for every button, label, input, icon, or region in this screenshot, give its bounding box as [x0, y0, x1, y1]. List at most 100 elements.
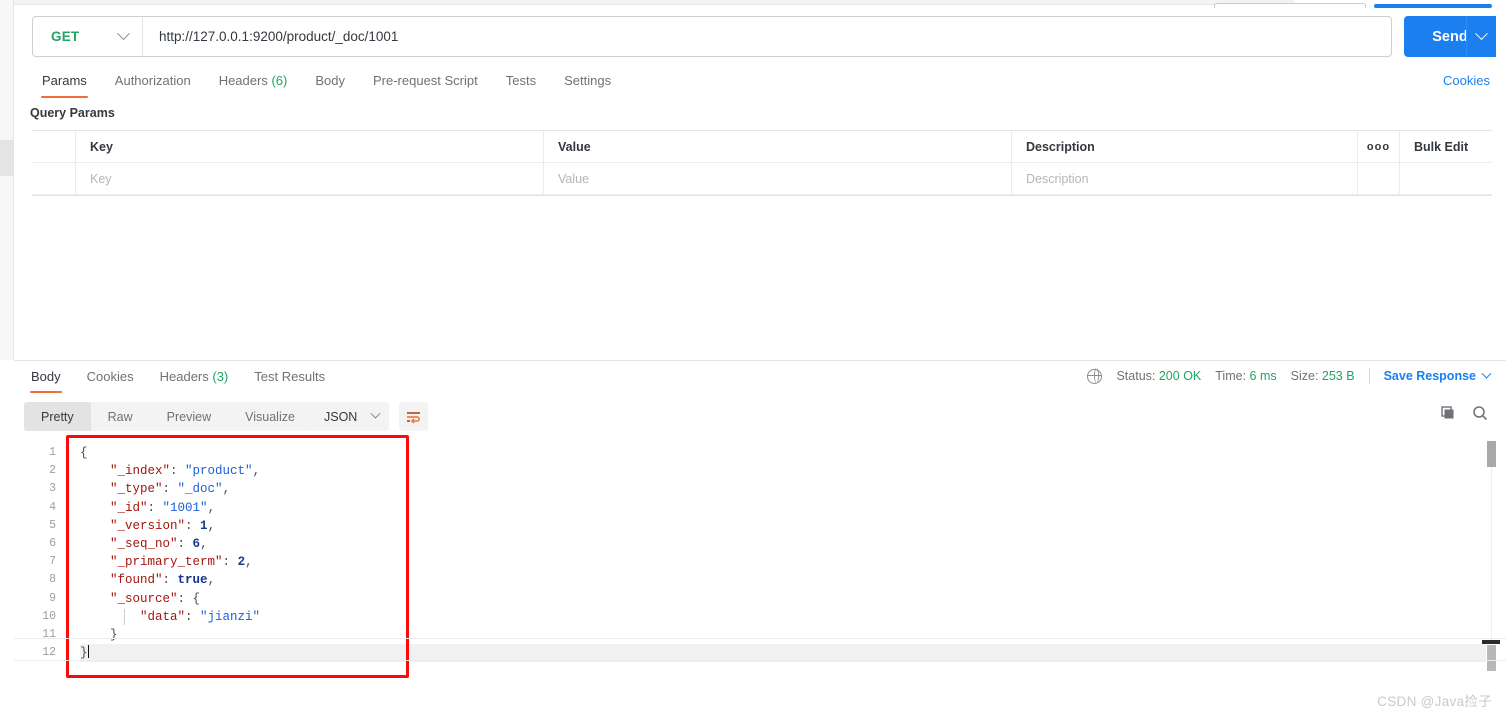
code-line: "found": true, — [110, 573, 216, 588]
row-spacer-cell — [1400, 163, 1492, 194]
response-tab-cookies[interactable]: Cookies — [74, 366, 147, 393]
query-params-heading: Query Params — [30, 106, 115, 120]
response-actions — [1440, 405, 1488, 421]
tab-tests[interactable]: Tests — [492, 68, 550, 98]
code-line: "_version": 1, — [110, 518, 216, 533]
row-key-input[interactable]: Key — [76, 163, 544, 194]
response-tabs: Body Cookies Headers (3) Test Results — [18, 366, 338, 393]
tab-pre-request-script-label: Pre-request Script — [372, 73, 478, 88]
view-mode-raw[interactable]: Raw — [91, 402, 150, 431]
response-scrollbar-thumb-lower[interactable] — [1487, 645, 1496, 671]
size-label: Size: — [1290, 369, 1319, 383]
word-wrap-button[interactable] — [399, 402, 428, 431]
time-label: Time: — [1215, 369, 1247, 383]
code-line: "_id": "1001", — [110, 500, 216, 515]
tab-params[interactable]: Params — [28, 68, 101, 98]
tab-settings[interactable]: Settings — [550, 68, 625, 98]
view-mode-preview[interactable]: Preview — [150, 402, 228, 431]
tab-strip-blue-button[interactable] — [1374, 4, 1492, 8]
json-code-lines: { "_index": "product", "_type": "_doc", … — [80, 438, 1486, 662]
horizontal-scrollbar-thumb[interactable] — [1482, 640, 1500, 644]
response-tab-cookies-label: Cookies — [86, 369, 134, 384]
response-bottom-divider — [14, 660, 1506, 661]
tab-pre-request-script[interactable]: Pre-request Script — [359, 68, 492, 98]
table-row[interactable]: Key Value Description — [32, 163, 1492, 195]
size-value: 253 B — [1321, 369, 1355, 383]
chevron-down-icon — [1481, 368, 1492, 379]
response-body-viewer[interactable]: 1 2 3 4 5 6 7 8 9 10 11 12 { "_index": "… — [14, 438, 1506, 662]
request-url-input[interactable] — [143, 17, 1391, 56]
send-options-button[interactable] — [1466, 16, 1496, 57]
send-button-label: Send — [1432, 28, 1468, 45]
copy-icon[interactable] — [1440, 405, 1456, 421]
request-tabs: Params Authorization Headers (6) Body Pr… — [28, 68, 625, 98]
tab-authorization[interactable]: Authorization — [101, 68, 205, 98]
size-group: Size: 253 B — [1291, 369, 1355, 383]
response-scrollbar-thumb[interactable] — [1487, 441, 1496, 467]
tab-settings-label: Settings — [564, 73, 612, 88]
line-number: 9 — [49, 591, 56, 605]
row-options-cell — [1358, 163, 1400, 194]
response-tab-headers-label: Headers — [159, 369, 209, 384]
response-format-select[interactable]: JSON — [311, 402, 389, 431]
sidebar-scrollbar-thumb[interactable] — [0, 140, 14, 176]
status-separator — [1368, 368, 1370, 384]
line-number: 11 — [42, 627, 56, 641]
chevron-down-icon — [370, 408, 381, 419]
tab-authorization-label: Authorization — [114, 73, 191, 88]
http-method-selector[interactable]: GET — [33, 17, 143, 56]
watermark: CSDN @Java捡子 — [1377, 694, 1492, 709]
word-wrap-icon — [407, 411, 420, 424]
tab-strip-background — [14, 0, 1294, 5]
response-tab-body-label: Body — [31, 369, 61, 384]
code-line: { — [80, 446, 88, 460]
bulk-edit-button[interactable]: Bulk Edit — [1400, 131, 1492, 162]
row-checkbox-cell[interactable] — [32, 163, 76, 194]
response-tab-test-results-label: Test Results — [254, 369, 326, 384]
response-tab-headers-count: (3) — [212, 369, 229, 384]
code-line: "_primary_term": 2, — [110, 555, 253, 570]
row-value-input[interactable]: Value — [544, 163, 1012, 194]
tab-body[interactable]: Body — [301, 68, 359, 98]
postman-window: GET Send Params Authorization Headers (6… — [0, 0, 1506, 720]
globe-icon — [1087, 368, 1103, 384]
response-tab-body[interactable]: Body — [18, 366, 74, 393]
line-number: 5 — [49, 518, 56, 532]
chevron-down-icon — [117, 27, 130, 41]
response-tab-test-results[interactable]: Test Results — [241, 366, 338, 393]
line-number-gutter: 1 2 3 4 5 6 7 8 9 10 11 12 — [14, 438, 66, 662]
request-url-bar: GET — [32, 16, 1392, 57]
top-tab-strip — [14, 0, 1506, 8]
cookies-link[interactable]: Cookies — [1443, 73, 1490, 88]
view-mode-pretty[interactable]: Pretty — [24, 402, 91, 431]
row-description-input[interactable]: Description — [1012, 163, 1358, 194]
tab-headers-count: (6) — [271, 73, 288, 88]
tab-strip-active-tab[interactable] — [1214, 3, 1366, 8]
header-key: Key — [76, 131, 544, 162]
response-tab-headers[interactable]: Headers (3) — [147, 366, 242, 393]
text-cursor — [87, 645, 90, 659]
code-line: "_type": "_doc", — [110, 482, 231, 497]
line-number: 8 — [49, 573, 56, 587]
tab-headers-label: Headers — [218, 73, 268, 88]
chevron-down-icon — [1475, 27, 1488, 41]
table-options-icon[interactable]: ooo — [1358, 131, 1400, 162]
tab-params-label: Params — [42, 73, 87, 88]
tab-tests-label: Tests — [505, 73, 537, 88]
query-params-table: Key Value Description ooo Bulk Edit Key … — [32, 130, 1492, 196]
response-view-mode-group: Pretty Raw Preview Visualize — [24, 402, 312, 431]
left-sidebar-rail — [0, 0, 14, 360]
line-number: 7 — [49, 555, 56, 569]
code-line: "_seq_no": 6, — [110, 536, 208, 551]
line-number: 2 — [49, 464, 56, 478]
http-method-label: GET — [51, 29, 80, 44]
save-response-button[interactable]: Save Response — [1383, 368, 1492, 383]
view-mode-visualize[interactable]: Visualize — [228, 402, 312, 431]
response-status-bar: Status: 200 OK Time: 6 ms Size: 253 B Sa… — [1087, 368, 1492, 384]
tab-headers[interactable]: Headers (6) — [205, 68, 302, 98]
search-icon[interactable] — [1472, 405, 1488, 421]
save-response-label: Save Response — [1383, 369, 1476, 383]
status-value: 200 OK — [1158, 369, 1202, 383]
code-line: "_index": "product", — [110, 464, 261, 479]
response-divider — [14, 360, 1506, 361]
